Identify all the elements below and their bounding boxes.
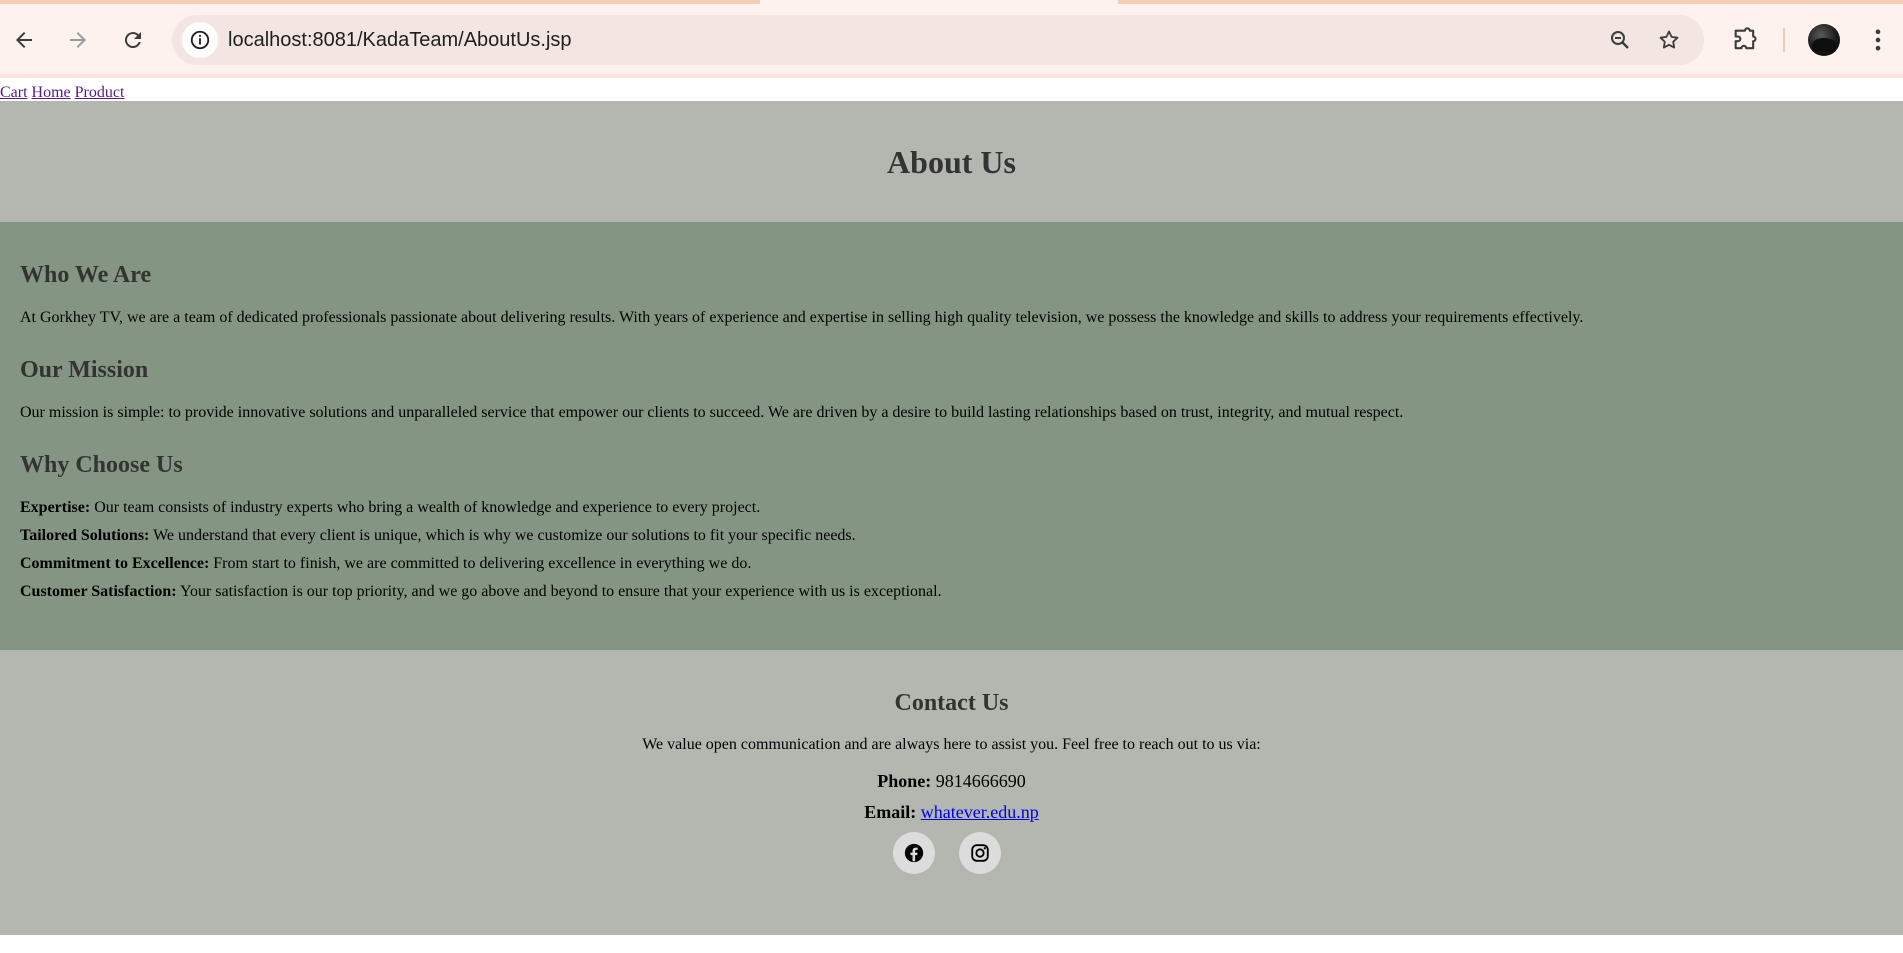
reason-text: Your satisfaction is our top priority, a… [179, 583, 942, 600]
reason-item: Tailored Solutions: We understand that e… [20, 526, 856, 546]
about-section: Who We Are At Gorkhey TV, we are a team … [0, 222, 1903, 650]
instagram-button[interactable] [959, 832, 1001, 874]
tab-strip-accent [0, 0, 760, 4]
contact-phone: Phone: 9814666690 [0, 770, 1903, 792]
phone-value: 9814666690 [935, 771, 1026, 791]
contact-email: Email: whatever.edu.np [0, 801, 1903, 823]
star-icon[interactable] [1657, 28, 1681, 52]
reason-text: From start to finish, we are committed t… [213, 555, 752, 572]
info-icon [190, 30, 210, 50]
toolbar-bottom-border [0, 74, 1903, 78]
reason-label: Tailored Solutions: [20, 527, 150, 544]
nav-link-cart[interactable]: Cart [0, 84, 28, 101]
reason-item: Commitment to Excellence: From start to … [20, 554, 751, 574]
nav-link-product[interactable]: Product [75, 84, 125, 101]
facebook-icon [904, 843, 924, 863]
forward-button[interactable] [60, 22, 96, 58]
kebab-menu-icon[interactable] [1864, 26, 1892, 54]
arrow-left-icon [16, 32, 32, 48]
url-host: localhost [228, 29, 307, 51]
toolbar-divider [1783, 28, 1785, 52]
address-bar[interactable]: localhost:8081/KadaTeam/AboutUs.jsp [172, 15, 1704, 65]
email-link[interactable]: whatever.edu.np [921, 802, 1039, 822]
reason-item: Expertise: Our team consists of industry… [20, 498, 760, 518]
nav-link-home[interactable]: Home [32, 84, 71, 101]
reason-label: Commitment to Excellence: [20, 555, 210, 572]
browser-toolbar: localhost:8081/KadaTeam/AboutUs.jsp [0, 0, 1903, 78]
why-choose-us-heading: Why Choose Us [20, 452, 183, 478]
site-info-button[interactable] [182, 22, 218, 58]
page-title: About Us [887, 144, 1016, 180]
reason-label: Expertise: [20, 499, 91, 516]
hero-section: About Us [0, 101, 1903, 222]
tab-strip-accent [1118, 0, 1903, 4]
reason-text: We understand that every client is uniqu… [153, 527, 856, 544]
url-path: :8081/KadaTeam/AboutUs.jsp [306, 29, 572, 51]
who-we-are-heading: Who We Are [20, 262, 152, 288]
reload-button[interactable] [115, 22, 151, 58]
avatar[interactable] [1808, 24, 1840, 56]
url-text[interactable]: localhost:8081/KadaTeam/AboutUs.jsp [228, 15, 572, 65]
contact-heading: Contact Us [894, 690, 1009, 716]
reason-text: Our team consists of industry experts wh… [94, 499, 761, 516]
facebook-button[interactable] [893, 832, 935, 874]
mission-heading: Our Mission [20, 357, 149, 383]
who-we-are-text: At Gorkhey TV, we are a team of dedicate… [20, 309, 1584, 326]
email-label: Email: [864, 802, 917, 822]
phone-label: Phone: [877, 771, 932, 791]
zoom-icon[interactable] [1608, 28, 1632, 52]
back-button[interactable] [6, 22, 42, 58]
contact-section: Contact Us We value open communication a… [0, 650, 1903, 935]
reload-icon [124, 32, 141, 49]
top-nav: Cart Home Product [0, 83, 128, 103]
reason-item: Customer Satisfaction: Your satisfaction… [20, 582, 942, 602]
contact-intro: We value open communication and are alwa… [642, 736, 1261, 753]
instagram-icon [971, 844, 989, 862]
reason-label: Customer Satisfaction: [20, 583, 177, 600]
mission-text: Our mission is simple: to provide innova… [20, 404, 1404, 421]
arrow-right-icon [70, 32, 86, 48]
puzzle-icon[interactable] [1731, 26, 1759, 54]
contact-heading-wrap: Contact Us [0, 688, 1903, 718]
